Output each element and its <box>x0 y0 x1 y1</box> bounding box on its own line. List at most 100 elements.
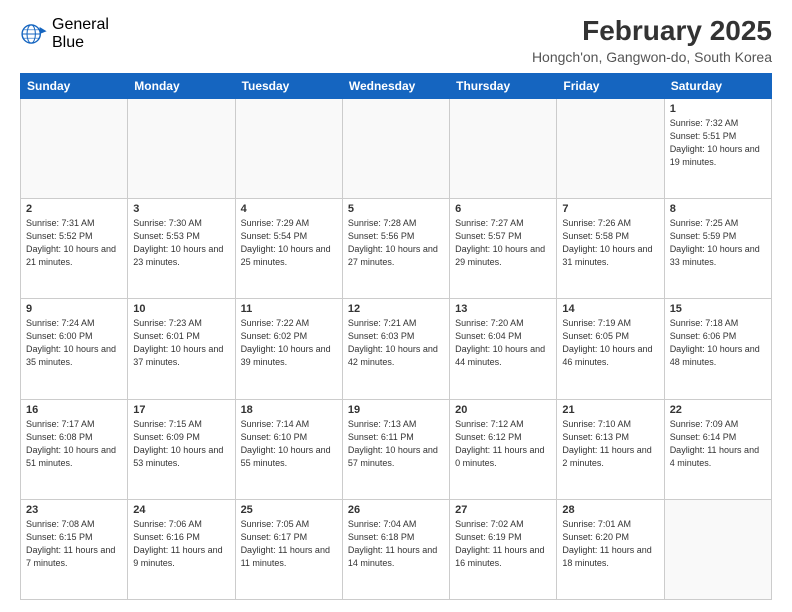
weekday-header-friday: Friday <box>557 73 664 98</box>
calendar-cell: 5 Sunrise: 7:28 AM Sunset: 5:56 PM Daylig… <box>342 199 449 299</box>
day-number: 19 <box>348 404 444 416</box>
calendar-cell: 22 Sunrise: 7:09 AM Sunset: 6:14 PM Dayli… <box>664 399 771 499</box>
day-number: 10 <box>133 303 229 315</box>
calendar-cell: 6 Sunrise: 7:27 AM Sunset: 5:57 PM Daylig… <box>450 199 557 299</box>
day-number: 14 <box>562 303 658 315</box>
calendar-cell: 3 Sunrise: 7:30 AM Sunset: 5:53 PM Daylig… <box>128 199 235 299</box>
calendar-cell: 11 Sunrise: 7:22 AM Sunset: 6:02 PM Dayli… <box>235 299 342 399</box>
calendar-cell: 12Sunrise: 7:21 AM Sunset: 6:03 PM Dayli… <box>342 299 449 399</box>
week-row-3: 16 Sunrise: 7:17 AM Sunset: 6:08 PM Dayli… <box>21 399 772 499</box>
day-number: 25 <box>241 504 337 516</box>
day-number: 11 <box>241 303 337 315</box>
day-number: 26 <box>348 504 444 516</box>
day-info: Sunrise: 7:22 AM Sunset: 6:02 PM Dayligh… <box>241 317 337 369</box>
day-info: Sunrise: 7:01 AM Sunset: 6:20 PM Dayligh… <box>562 518 658 570</box>
day-number: 7 <box>562 203 658 215</box>
day-info: Sunrise: 7:10 AM Sunset: 6:13 PM Dayligh… <box>562 418 658 470</box>
weekday-header-tuesday: Tuesday <box>235 73 342 98</box>
calendar-cell: 28Sunrise: 7:01 AM Sunset: 6:20 PM Dayli… <box>557 499 664 599</box>
day-number: 8 <box>670 203 766 215</box>
calendar-cell: 17 Sunrise: 7:15 AM Sunset: 6:09 PM Dayli… <box>128 399 235 499</box>
calendar-cell <box>21 98 128 198</box>
calendar-cell: 8 Sunrise: 7:25 AM Sunset: 5:59 PM Daylig… <box>664 199 771 299</box>
day-info: Sunrise: 7:19 AM Sunset: 6:05 PM Dayligh… <box>562 317 658 369</box>
day-info: Sunrise: 7:29 AM Sunset: 5:54 PM Dayligh… <box>241 217 337 269</box>
day-number: 3 <box>133 203 229 215</box>
calendar-cell: 13Sunrise: 7:20 AM Sunset: 6:04 PM Dayli… <box>450 299 557 399</box>
day-number: 22 <box>670 404 766 416</box>
week-row-4: 23 Sunrise: 7:08 AM Sunset: 6:15 PM Dayli… <box>21 499 772 599</box>
day-info: Sunrise: 7:05 AM Sunset: 6:17 PM Dayligh… <box>241 518 337 570</box>
day-number: 1 <box>670 103 766 115</box>
calendar-cell: 16 Sunrise: 7:17 AM Sunset: 6:08 PM Dayli… <box>21 399 128 499</box>
day-number: 16 <box>26 404 122 416</box>
weekday-header-sunday: Sunday <box>21 73 128 98</box>
logo-icon <box>20 20 48 48</box>
day-info: Sunrise: 7:15 AM Sunset: 6:09 PM Dayligh… <box>133 418 229 470</box>
calendar-cell: 2 Sunrise: 7:31 AM Sunset: 5:52 PM Daylig… <box>21 199 128 299</box>
calendar-cell <box>557 98 664 198</box>
weekday-header-monday: Monday <box>128 73 235 98</box>
calendar-cell: 19 Sunrise: 7:13 AM Sunset: 6:11 PM Dayli… <box>342 399 449 499</box>
day-number: 4 <box>241 203 337 215</box>
calendar-cell: 1 Sunrise: 7:32 AM Sunset: 5:51 PM Daylig… <box>664 98 771 198</box>
weekday-header-thursday: Thursday <box>450 73 557 98</box>
calendar-cell <box>342 98 449 198</box>
day-number: 13 <box>455 303 551 315</box>
calendar-cell <box>235 98 342 198</box>
day-info: Sunrise: 7:26 AM Sunset: 5:58 PM Dayligh… <box>562 217 658 269</box>
calendar-cell: 9 Sunrise: 7:24 AM Sunset: 6:00 PM Daylig… <box>21 299 128 399</box>
calendar-cell: 4 Sunrise: 7:29 AM Sunset: 5:54 PM Daylig… <box>235 199 342 299</box>
page: General Blue February 2025 Hongch'on, Ga… <box>0 0 792 612</box>
day-info: Sunrise: 7:28 AM Sunset: 5:56 PM Dayligh… <box>348 217 444 269</box>
day-info: Sunrise: 7:25 AM Sunset: 5:59 PM Dayligh… <box>670 217 766 269</box>
day-number: 27 <box>455 504 551 516</box>
calendar-cell: 15 Sunrise: 7:18 AM Sunset: 6:06 PM Dayli… <box>664 299 771 399</box>
calendar-cell: 27 Sunrise: 7:02 AM Sunset: 6:19 PM Dayli… <box>450 499 557 599</box>
day-number: 9 <box>26 303 122 315</box>
day-info: Sunrise: 7:18 AM Sunset: 6:06 PM Dayligh… <box>670 317 766 369</box>
day-number: 21 <box>562 404 658 416</box>
week-row-1: 2 Sunrise: 7:31 AM Sunset: 5:52 PM Daylig… <box>21 199 772 299</box>
title-area: February 2025 Hongch'on, Gangwon-do, Sou… <box>532 16 772 65</box>
calendar-cell: 7 Sunrise: 7:26 AM Sunset: 5:58 PM Daylig… <box>557 199 664 299</box>
location-title: Hongch'on, Gangwon-do, South Korea <box>532 49 772 65</box>
day-info: Sunrise: 7:31 AM Sunset: 5:52 PM Dayligh… <box>26 217 122 269</box>
calendar-cell: 10 Sunrise: 7:23 AM Sunset: 6:01 PM Dayli… <box>128 299 235 399</box>
weekday-header-saturday: Saturday <box>664 73 771 98</box>
day-number: 18 <box>241 404 337 416</box>
logo-blue: Blue <box>52 34 84 51</box>
day-info: Sunrise: 7:27 AM Sunset: 5:57 PM Dayligh… <box>455 217 551 269</box>
day-number: 2 <box>26 203 122 215</box>
day-info: Sunrise: 7:13 AM Sunset: 6:11 PM Dayligh… <box>348 418 444 470</box>
day-number: 6 <box>455 203 551 215</box>
calendar-cell: 23 Sunrise: 7:08 AM Sunset: 6:15 PM Dayli… <box>21 499 128 599</box>
calendar-cell: 24Sunrise: 7:06 AM Sunset: 6:16 PM Dayli… <box>128 499 235 599</box>
header: General Blue February 2025 Hongch'on, Ga… <box>20 16 772 65</box>
day-info: Sunrise: 7:24 AM Sunset: 6:00 PM Dayligh… <box>26 317 122 369</box>
day-number: 5 <box>348 203 444 215</box>
day-info: Sunrise: 7:23 AM Sunset: 6:01 PM Dayligh… <box>133 317 229 369</box>
logo-area: General Blue <box>20 16 109 52</box>
weekday-header-wednesday: Wednesday <box>342 73 449 98</box>
week-row-2: 9 Sunrise: 7:24 AM Sunset: 6:00 PM Daylig… <box>21 299 772 399</box>
logo-general: General <box>52 16 109 33</box>
weekday-header-row: SundayMondayTuesdayWednesdayThursdayFrid… <box>21 73 772 98</box>
day-number: 24 <box>133 504 229 516</box>
day-info: Sunrise: 7:32 AM Sunset: 5:51 PM Dayligh… <box>670 117 766 169</box>
day-info: Sunrise: 7:08 AM Sunset: 6:15 PM Dayligh… <box>26 518 122 570</box>
calendar-cell: 25 Sunrise: 7:05 AM Sunset: 6:17 PM Dayli… <box>235 499 342 599</box>
day-number: 23 <box>26 504 122 516</box>
day-info: Sunrise: 7:12 AM Sunset: 6:12 PM Dayligh… <box>455 418 551 470</box>
calendar-cell: 26Sunrise: 7:04 AM Sunset: 6:18 PM Dayli… <box>342 499 449 599</box>
day-info: Sunrise: 7:14 AM Sunset: 6:10 PM Dayligh… <box>241 418 337 470</box>
calendar-cell <box>128 98 235 198</box>
day-number: 15 <box>670 303 766 315</box>
day-info: Sunrise: 7:09 AM Sunset: 6:14 PM Dayligh… <box>670 418 766 470</box>
day-number: 17 <box>133 404 229 416</box>
day-info: Sunrise: 7:02 AM Sunset: 6:19 PM Dayligh… <box>455 518 551 570</box>
calendar-cell <box>450 98 557 198</box>
day-info: Sunrise: 7:30 AM Sunset: 5:53 PM Dayligh… <box>133 217 229 269</box>
calendar-cell: 14 Sunrise: 7:19 AM Sunset: 6:05 PM Dayli… <box>557 299 664 399</box>
day-info: Sunrise: 7:17 AM Sunset: 6:08 PM Dayligh… <box>26 418 122 470</box>
